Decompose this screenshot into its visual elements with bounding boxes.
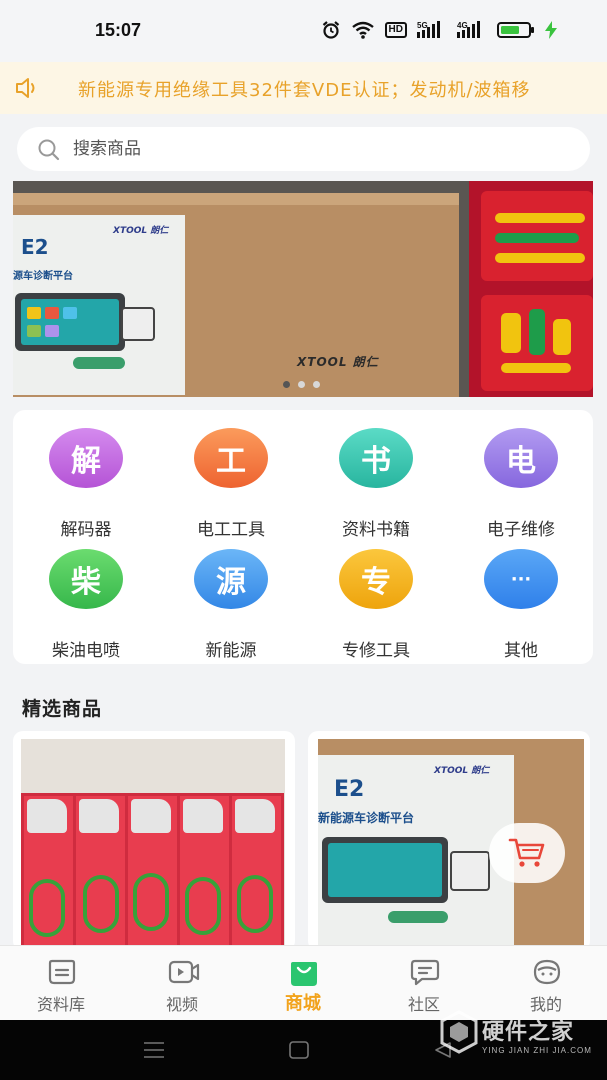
category-new-energy-icon: 源	[194, 549, 268, 609]
signal-5g-icon: 5G	[417, 21, 440, 38]
category-label: 解码器	[60, 520, 112, 540]
category-electronics-repair-icon: 电	[484, 428, 558, 488]
signal-4g-icon: 4G	[457, 21, 480, 38]
category-electrician-tools-icon: 工	[194, 428, 268, 488]
video-icon	[168, 960, 200, 984]
tab-library[interactable]: 资料库	[0, 946, 122, 1021]
category-label: 柴油电喷	[52, 641, 120, 661]
tab-label: 商城	[285, 993, 321, 1014]
product-brochure: XTOOL 朗仁 E2 源车诊断平台	[13, 215, 185, 395]
wifi-icon	[351, 21, 374, 39]
status-time: 15:07	[95, 20, 142, 40]
net-4g-label: 4G	[457, 21, 468, 30]
featured-title: 精选商品	[22, 698, 103, 720]
search-icon	[38, 139, 60, 161]
product-title: E2	[334, 777, 365, 802]
alarm-icon	[322, 21, 339, 39]
site-watermark: 硬件之家 YING JIAN ZHI JIA.COM	[440, 1008, 600, 1068]
category-special-tools[interactable]: 专 专修工具	[321, 549, 431, 661]
shopping-cart-icon	[508, 838, 545, 867]
product-subtitle: 新能源车诊断平台	[318, 811, 415, 825]
more-dots-icon: ···	[484, 549, 558, 609]
category-decoder-icon: 解	[49, 428, 123, 488]
tool-case-tray	[481, 295, 593, 391]
box-brand-stamp: XTOOL 朗仁	[297, 355, 379, 369]
banner-carousel[interactable]: XTOOL 朗仁 E2 源车诊断平台 XTOOL 朗仁	[13, 181, 593, 397]
tab-label: 资料库	[36, 995, 85, 1014]
product-card[interactable]	[13, 731, 295, 951]
brochure-subtitle: 源车诊断平台	[13, 271, 73, 282]
shop-bag-icon	[291, 962, 317, 986]
category-decoder[interactable]: 解 解码器	[31, 428, 141, 540]
product-image-test-clips	[21, 739, 285, 951]
net-5g-label: 5G	[417, 21, 428, 30]
profile-icon	[533, 959, 561, 985]
menu-icon[interactable]	[143, 1041, 165, 1059]
search-input[interactable]	[73, 136, 553, 162]
category-electronics-repair[interactable]: 电 电子维修	[466, 428, 576, 540]
brochure-title: E2	[21, 235, 49, 259]
carousel-indicator	[283, 381, 320, 388]
tab-shop[interactable]: 商城	[242, 946, 364, 1021]
category-grid: 解 解码器 工 电工工具 书 资料书籍 电 电子维修 柴 柴油电喷 源 新能源 …	[13, 410, 593, 664]
banner-slide-tool-case[interactable]	[469, 181, 593, 397]
product-brand: XTOOL 朗仁	[434, 766, 490, 776]
carousel-dot[interactable]	[283, 381, 290, 388]
charging-icon	[545, 21, 557, 39]
banner-slide-product-box[interactable]: XTOOL 朗仁 E2 源车诊断平台 XTOOL 朗仁	[13, 193, 459, 397]
chat-icon	[410, 959, 440, 986]
category-new-energy[interactable]: 源 新能源	[176, 549, 286, 661]
status-icons: HD 5G 4G	[321, 20, 557, 40]
category-label: 专修工具	[342, 641, 410, 661]
category-diesel-injection-icon: 柴	[49, 549, 123, 609]
home-icon[interactable]	[289, 1041, 309, 1059]
diagnostic-tablet-image	[15, 293, 125, 351]
scanner-device-image	[121, 307, 155, 341]
category-books[interactable]: 书 资料书籍	[321, 428, 431, 540]
battery-icon	[497, 22, 534, 38]
library-icon	[48, 959, 76, 985]
notice-bar[interactable]: 新能源专用绝缘工具32件套VDE认证；发动机/波箱移	[0, 62, 607, 114]
cart-button[interactable]	[489, 823, 565, 883]
category-books-icon: 书	[339, 428, 413, 488]
watermark-text: 硬件之家	[482, 1020, 575, 1045]
hd-icon: HD	[384, 22, 407, 38]
category-label: 电子维修	[487, 520, 555, 540]
notice-text: 新能源专用绝缘工具32件套VDE认证；发动机/波箱移	[78, 80, 531, 101]
speaker-icon	[16, 78, 35, 98]
tablet-screen	[21, 299, 119, 345]
tool-case-lid	[481, 191, 593, 281]
status-bar: 15:07 HD 5G 4G	[0, 0, 607, 62]
category-diesel-injection[interactable]: 柴 柴油电喷	[31, 549, 141, 661]
category-label: 其他	[504, 641, 538, 661]
category-label: 资料书籍	[342, 520, 410, 540]
carousel-dot[interactable]	[298, 381, 305, 388]
brochure-brand: XTOOL 朗仁	[113, 226, 169, 236]
category-label: 新能源	[205, 641, 257, 661]
category-special-tools-icon: 专	[339, 549, 413, 609]
tab-label: 视频	[165, 995, 198, 1014]
watermark-subtext: YING JIAN ZHI JIA.COM	[482, 1046, 592, 1055]
brochure-tag	[73, 357, 125, 369]
category-electrician-tools[interactable]: 工 电工工具	[176, 428, 286, 540]
carousel-dot[interactable]	[313, 381, 320, 388]
box-flap	[13, 193, 459, 205]
watermark-logo-icon	[440, 1010, 478, 1054]
category-label: 电工工具	[197, 520, 265, 540]
category-other[interactable]: ··· 其他	[466, 549, 576, 661]
tab-video[interactable]: 视频	[121, 946, 243, 1021]
search-box[interactable]	[17, 127, 590, 171]
